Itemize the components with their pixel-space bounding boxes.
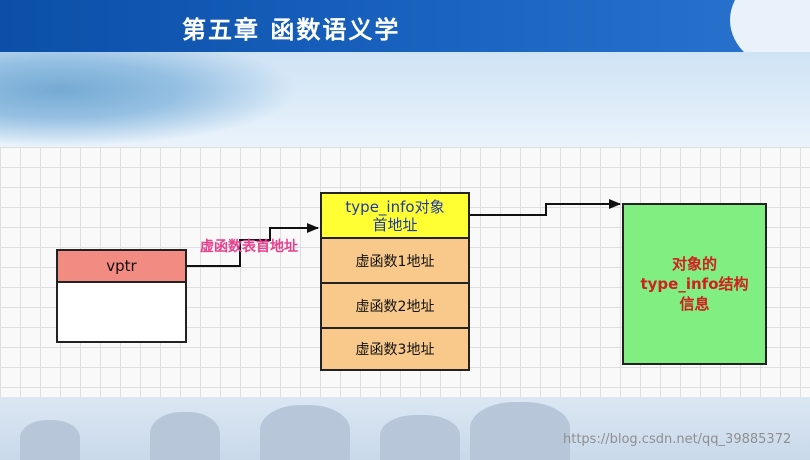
vtable-slot-1-label: 虚函数1地址 [355, 253, 435, 270]
vtable-typeinfo-slot-label: type_info对象 首地址 [345, 197, 445, 234]
vtable-slot-2: 虚函数2地址 [320, 282, 470, 329]
vtable-to-typeinfo-arrow [470, 199, 621, 216]
watermark-url: https://blog.csdn.net/qq_39885372 [563, 432, 792, 447]
vtable-address-label: 虚函数表首地址 [200, 239, 298, 255]
typeinfo-structure-box: 对象的 type_info结构 信息 [622, 203, 767, 365]
vptr-field: vptr [56, 249, 187, 283]
vtable-slot-2-label: 虚函数2地址 [355, 298, 435, 315]
typeinfo-structure-label: 对象的 type_info结构 信息 [640, 255, 749, 313]
vtable-slot-1: 虚函数1地址 [320, 237, 470, 284]
vtable-slot-3-label: 虚函数3地址 [355, 342, 435, 358]
object-body [56, 281, 187, 343]
vtable-typeinfo-slot: type_info对象 首地址 [320, 192, 470, 239]
vtable-slot-3: 虚函数3地址 [320, 327, 470, 371]
